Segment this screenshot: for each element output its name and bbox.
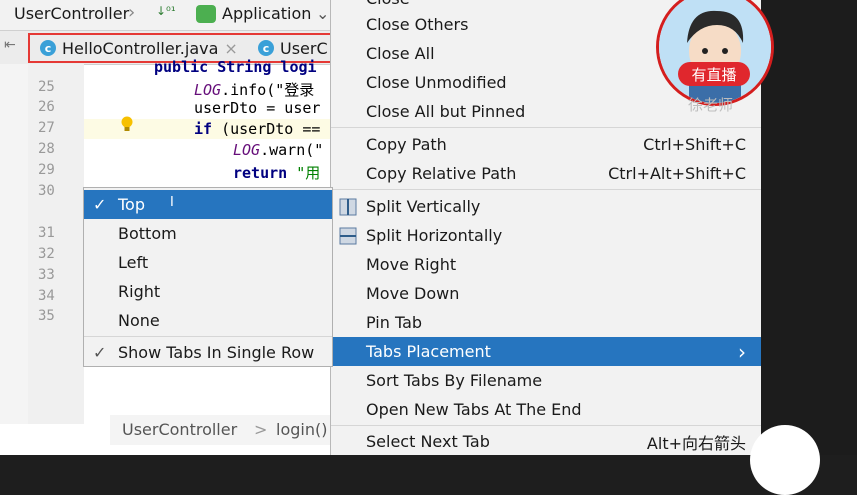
- menu-item-select-next-tab[interactable]: Select Next Tab Alt+向右箭头: [331, 427, 762, 456]
- line-number: 28: [38, 141, 55, 157]
- project-tool-strip: [0, 64, 29, 424]
- avatar-image: [659, 0, 771, 103]
- run-config-icon: [196, 5, 216, 23]
- split-horizontal-icon: [339, 227, 357, 244]
- line-number: 31: [38, 225, 55, 241]
- video-background: [761, 0, 857, 455]
- submenu-item-show-tabs-single-row[interactable]: ✓ Show Tabs In Single Row: [84, 338, 332, 367]
- submenu-arrow-icon: ›: [738, 339, 746, 364]
- code-line[interactable]: LOG.warn(": [233, 141, 323, 159]
- floating-button[interactable]: [750, 425, 820, 495]
- code-line[interactable]: return "用: [233, 162, 320, 183]
- run-config-application[interactable]: Application: [222, 4, 311, 23]
- line-number: 29: [38, 162, 55, 178]
- menu-item-split-vertically[interactable]: Split Vertically: [331, 192, 762, 221]
- code-line[interactable]: userDto = user: [194, 99, 320, 117]
- chevron-down-icon[interactable]: ⌄: [316, 4, 329, 23]
- menu-separator: [331, 127, 762, 128]
- breadcrumb-class[interactable]: UserController: [122, 420, 237, 439]
- text-cursor-icon: I: [170, 195, 174, 210]
- menu-item-tabs-placement[interactable]: Tabs Placement ›: [331, 337, 762, 366]
- line-number: 30: [38, 183, 55, 199]
- line-number: 25: [38, 79, 55, 95]
- submenu-item-right[interactable]: Right: [84, 277, 332, 306]
- menu-item-sort-tabs[interactable]: Sort Tabs By Filename: [331, 366, 762, 395]
- menu-separator: [331, 189, 762, 190]
- tab-scroll-icon[interactable]: ⇤: [4, 37, 16, 53]
- check-icon: ✓: [93, 343, 107, 362]
- menu-item-split-horizontally[interactable]: Split Horizontally: [331, 221, 762, 250]
- menu-item-copy-path[interactable]: Copy Path Ctrl+Shift+C: [331, 130, 762, 159]
- line-number: 33: [38, 267, 55, 283]
- line-number: 27: [38, 120, 55, 136]
- submenu-item-bottom[interactable]: Bottom: [84, 219, 332, 248]
- sort-icon[interactable]: ↓⁰¹: [156, 4, 176, 18]
- breadcrumb-separator: >: [254, 420, 268, 439]
- breadcrumb-method[interactable]: login(): [276, 420, 327, 439]
- code-line[interactable]: LOG.info("登录: [194, 79, 314, 100]
- teacher-name: 徐老师: [688, 96, 734, 114]
- chevron-right-icon: ›: [128, 2, 136, 23]
- editor-breadcrumb: UserController > login(): [110, 415, 360, 445]
- submenu-item-top[interactable]: ✓ Top I: [84, 190, 332, 219]
- check-icon: ✓: [93, 195, 107, 214]
- menu-separator: [84, 336, 332, 337]
- submenu-item-left[interactable]: Left: [84, 248, 332, 277]
- menu-item-move-down[interactable]: Move Down: [331, 279, 762, 308]
- line-number: 34: [38, 288, 55, 304]
- line-number-gutter: [28, 64, 84, 424]
- live-badge[interactable]: 有直播: [678, 62, 750, 86]
- line-number: 35: [38, 308, 55, 324]
- submenu-item-none[interactable]: None: [84, 306, 332, 335]
- line-number: 32: [38, 246, 55, 262]
- lightbulb-icon[interactable]: [120, 116, 134, 134]
- line-number: 26: [38, 99, 55, 115]
- breadcrumb-usercontroller[interactable]: UserController: [14, 4, 129, 23]
- menu-separator: [331, 425, 762, 426]
- menu-item-pin-tab[interactable]: Pin Tab: [331, 308, 762, 337]
- code-line[interactable]: if (userDto ==: [194, 120, 320, 138]
- navigation-bar: UserController › ↓⁰¹ Application ⌄: [0, 0, 360, 31]
- menu-item-copy-relative-path[interactable]: Copy Relative Path Ctrl+Alt+Shift+C: [331, 159, 762, 188]
- menu-item-open-new-tabs-at-end[interactable]: Open New Tabs At The End: [331, 395, 762, 424]
- code-line[interactable]: public String logi: [154, 58, 317, 76]
- menu-item-move-right[interactable]: Move Right: [331, 250, 762, 279]
- tabs-placement-submenu: ✓ Top I Bottom Left Right None ✓ Show Ta…: [83, 187, 333, 367]
- split-vertical-icon: [339, 198, 357, 215]
